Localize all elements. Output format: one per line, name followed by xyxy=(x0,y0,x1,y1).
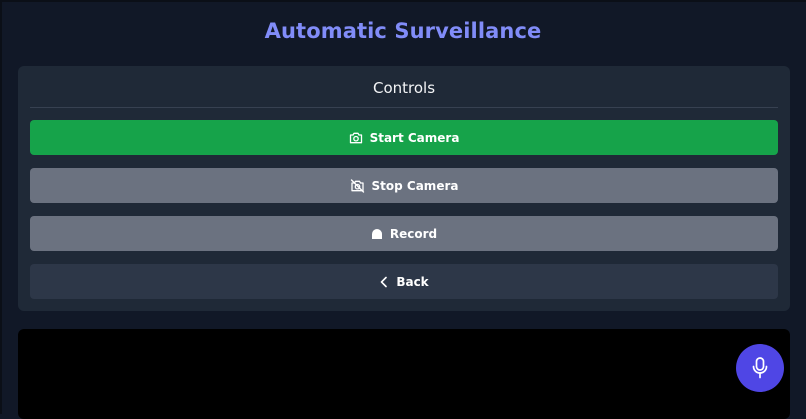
chevron-left-icon xyxy=(379,276,389,288)
stop-camera-button[interactable]: Stop Camera xyxy=(30,168,778,203)
start-camera-label: Start Camera xyxy=(369,130,460,145)
controls-divider xyxy=(30,107,778,108)
back-button[interactable]: Back xyxy=(30,264,778,299)
stop-camera-label: Stop Camera xyxy=(371,178,459,193)
camera-icon xyxy=(349,132,363,144)
page-title: Automatic Surveillance xyxy=(264,19,542,43)
camera-off-icon xyxy=(350,178,365,193)
record-icon xyxy=(371,228,383,240)
back-label: Back xyxy=(396,274,429,289)
microphone-icon xyxy=(750,356,770,380)
microphone-button[interactable] xyxy=(736,344,784,392)
controls-panel: Controls Start Camera Stop Camera Record xyxy=(18,66,790,311)
controls-title: Controls xyxy=(372,79,436,97)
camera-feed-area xyxy=(18,329,790,419)
record-button[interactable]: Record xyxy=(30,216,778,251)
record-label: Record xyxy=(389,226,438,241)
start-camera-button[interactable]: Start Camera xyxy=(30,120,778,155)
